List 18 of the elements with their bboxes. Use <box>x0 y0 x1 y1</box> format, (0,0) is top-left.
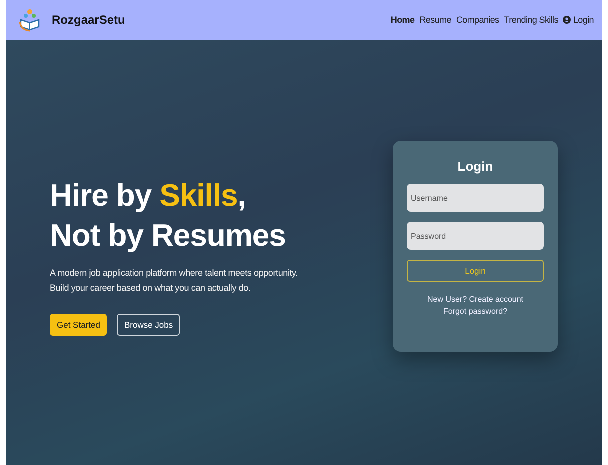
nav-link[interactable]: Trending Skills <box>504 15 558 25</box>
nav-link[interactable]: Companies <box>456 15 500 25</box>
login-title: Login <box>456 159 494 174</box>
get-started-button[interactable]: Get Started <box>50 314 108 336</box>
nav-link[interactable]: Resume <box>420 15 452 25</box>
account-link[interactable]: New User? Create account <box>407 294 544 306</box>
password-field[interactable]: Password <box>407 222 544 250</box>
headline: Hire by Skills, Not by Resumes <box>50 176 287 254</box>
login-button[interactable]: Login <box>407 260 544 282</box>
account-link[interactable]: Forgot password? <box>407 306 544 318</box>
username-field[interactable]: Username <box>407 184 544 212</box>
book-logo-icon <box>18 8 42 32</box>
brand-name: RozgaarSetu <box>52 13 126 27</box>
browse-button[interactable]: Browse Jobs <box>117 314 180 336</box>
description: A modern job application platform where talent meets opportunity. Build your career based on what you can actually do. <box>50 266 299 295</box>
nav-link[interactable]: Login <box>563 15 594 25</box>
user-icon <box>563 16 572 24</box>
nav-link[interactable]: Home <box>390 15 415 25</box>
